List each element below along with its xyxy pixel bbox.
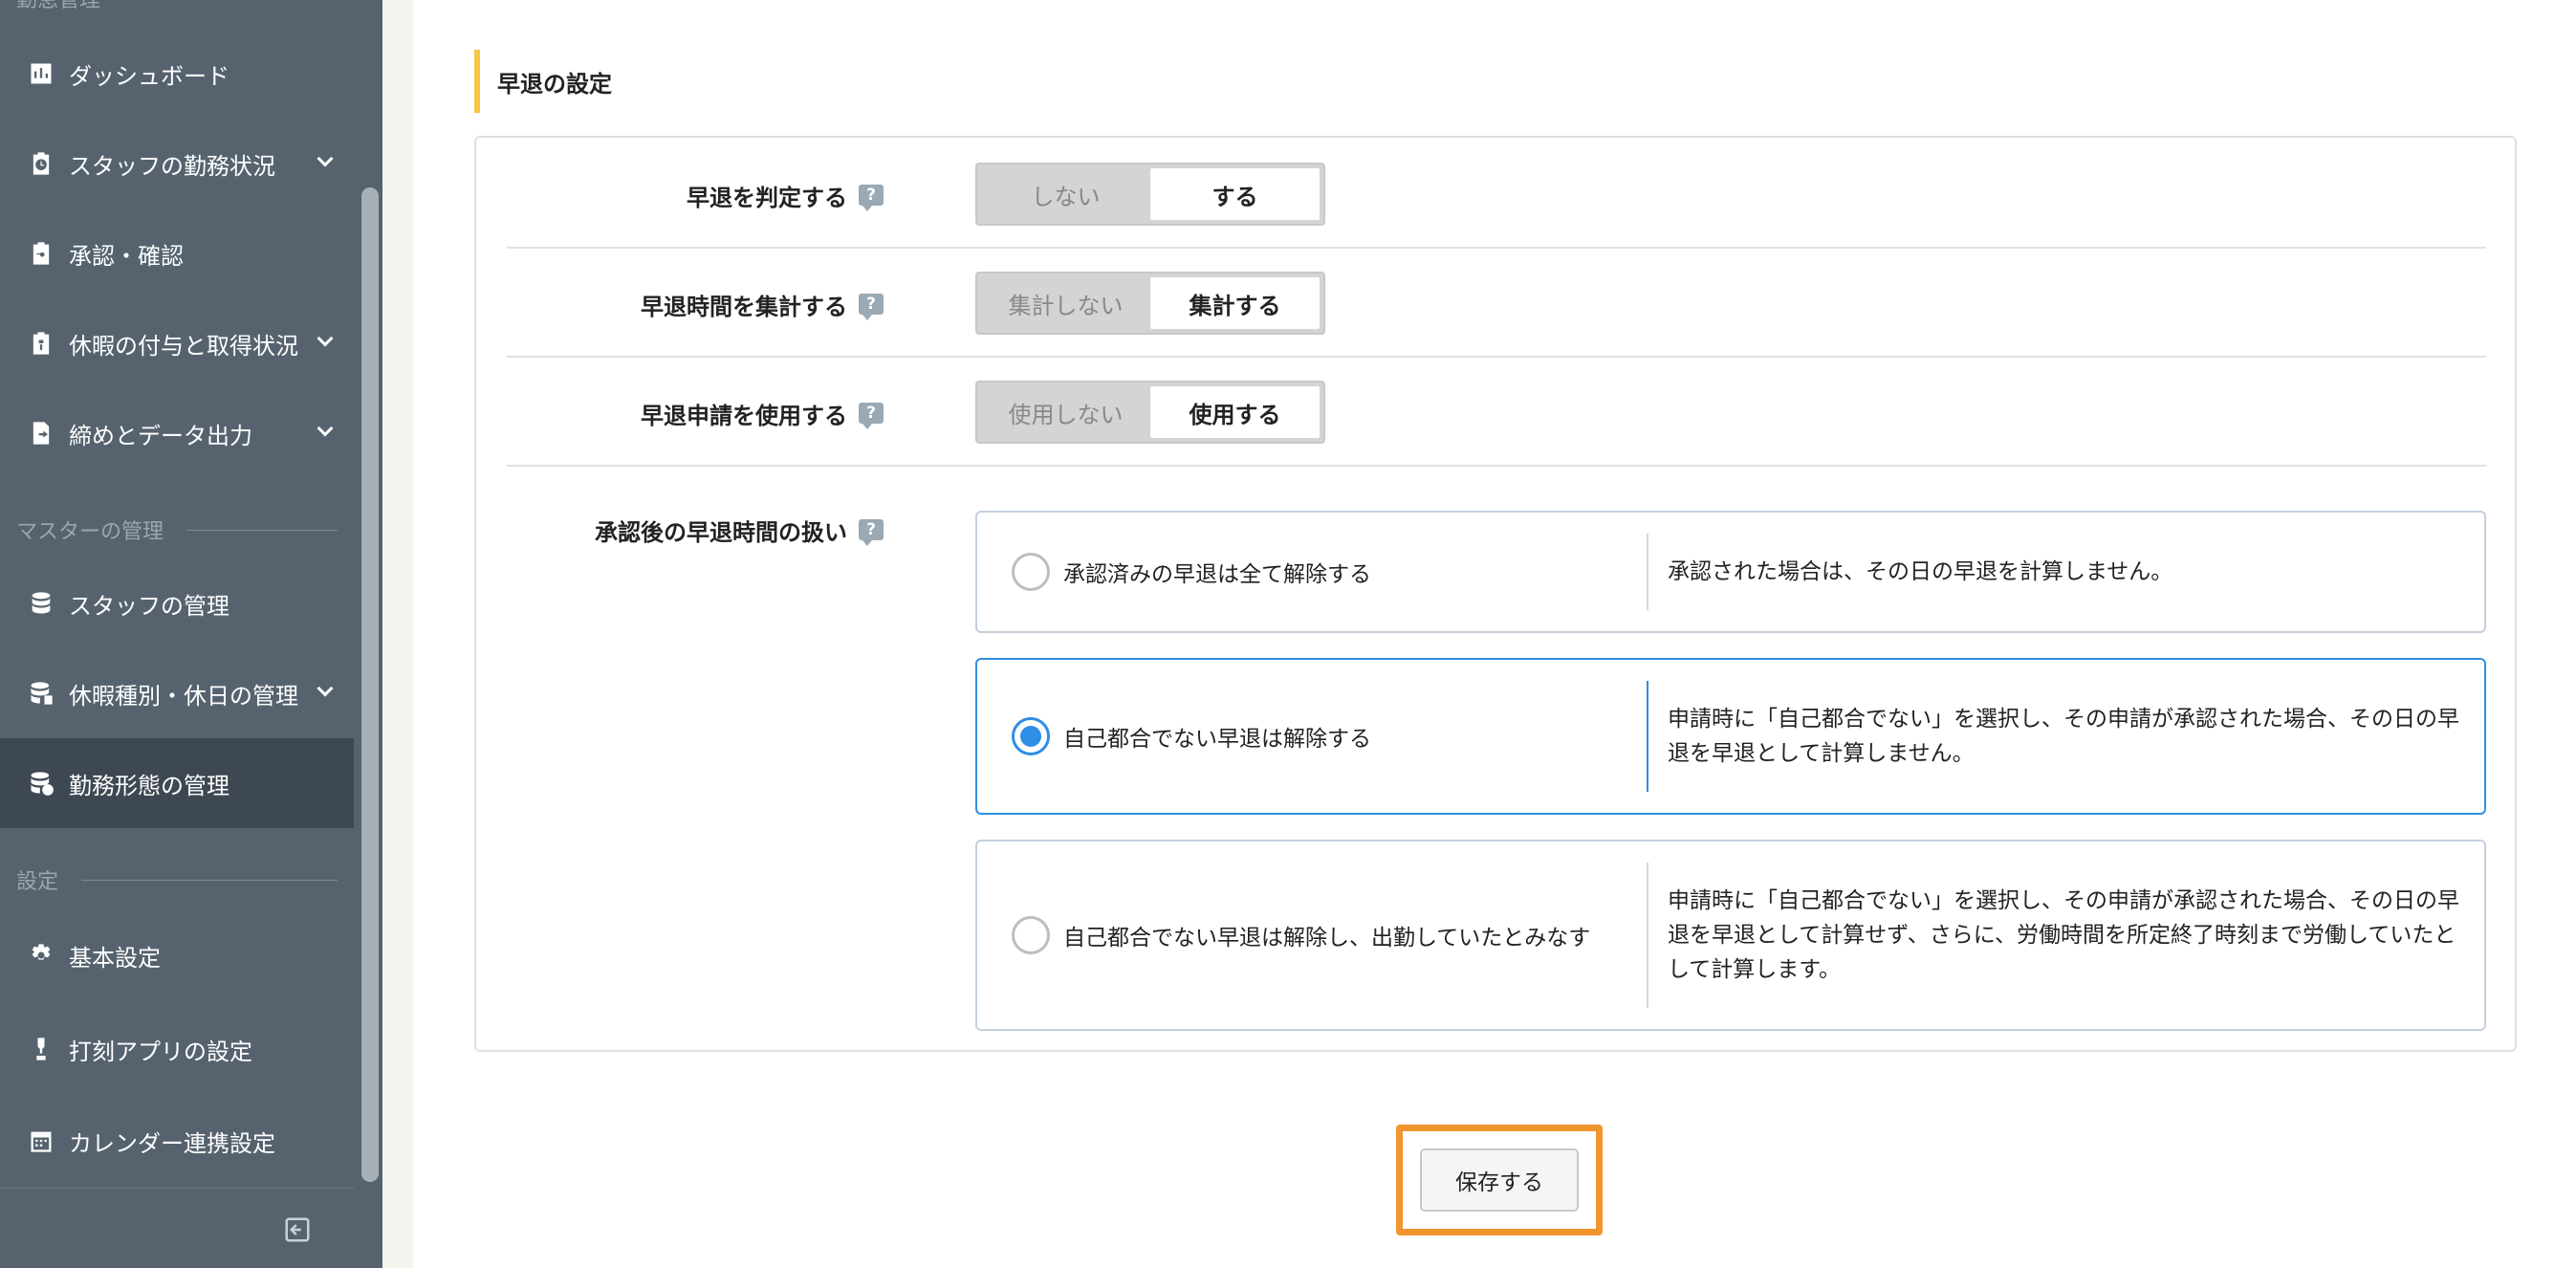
approval-clipboard-icon [27, 239, 55, 268]
help-icon[interactable]: ? [859, 519, 884, 546]
row-divider [507, 465, 2486, 467]
row-divider [507, 356, 2486, 358]
database-icon [27, 589, 55, 618]
radio-button[interactable] [1012, 553, 1050, 591]
handling-label: 承認後の早退時間の扱い ? [595, 511, 884, 549]
judge-toggle: しない する [975, 163, 1325, 226]
sidebar-item-label: 打刻アプリの設定 [69, 1038, 252, 1065]
sidebar-item-work-patterns[interactable]: 勤務形態の管理 [0, 738, 354, 828]
sidebar-item-leave-types[interactable]: 休暇種別・休日の管理 [0, 648, 354, 738]
sidebar-item-export[interactable]: 締めとデータ出力 [0, 388, 354, 478]
aggregate-toggle-on[interactable]: 集計する [1150, 277, 1320, 329]
sidebar-item-basic-settings[interactable]: 基本設定 [0, 910, 354, 1000]
aggregate-toggle-off[interactable]: 集計しない [981, 277, 1150, 329]
judge-label: 早退を判定する ? [687, 176, 884, 214]
judge-toggle-on[interactable]: する [1150, 168, 1320, 220]
calendar-icon [27, 1126, 55, 1155]
sidebar-item-dashboard[interactable]: ダッシュボード [0, 29, 354, 119]
sidebar-item-approval[interactable]: 承認・確認 [0, 208, 354, 298]
save-button-highlight: 保存する [1396, 1125, 1603, 1235]
judge-toggle-off[interactable]: しない [981, 168, 1150, 220]
sidebar-item-label: ダッシュボード [69, 62, 229, 90]
sidebar-item-label: カレンダー連携設定 [69, 1129, 275, 1157]
sidebar: 勤怠管理 ダッシュボード スタッフの勤務状況 承認・確認 休暇の付与と取得状況 … [0, 0, 382, 1268]
radio-button[interactable] [1012, 916, 1050, 954]
chevron-down-icon [317, 150, 334, 167]
sidebar-section-settings: 設定 [16, 864, 338, 895]
main-content: 早退の設定 早退を判定する ? しない する 早退時間を集計する ? 集計しない… [413, 0, 2576, 1268]
sidebar-item-leave[interactable]: 休暇の付与と取得状況 [0, 298, 354, 388]
collapse-sidebar-icon[interactable] [283, 1215, 312, 1244]
sidebar-item-stamp-app[interactable]: 打刻アプリの設定 [0, 1004, 354, 1094]
sidebar-item-label: スタッフの管理 [69, 592, 229, 620]
stamp-app-icon [27, 1035, 55, 1063]
chevron-down-icon [317, 330, 334, 347]
help-icon[interactable]: ? [859, 185, 884, 211]
sidebar-scrollbar[interactable] [361, 187, 379, 1182]
save-button[interactable]: 保存する [1420, 1148, 1579, 1212]
sidebar-item-label: 承認・確認 [69, 242, 184, 270]
aggregate-toggle: 集計しない 集計する [975, 272, 1325, 335]
sidebar-section-master: マスターの管理 [16, 514, 338, 545]
request-toggle: 使用しない 使用する [975, 381, 1325, 444]
sidebar-item-label: 勤務形態の管理 [69, 772, 229, 799]
row-divider [507, 247, 2486, 249]
radio-button-selected[interactable] [1012, 717, 1050, 755]
database-leave-icon [27, 679, 55, 708]
sidebar-item-staff[interactable]: スタッフの管理 [0, 558, 354, 648]
chevron-down-icon [317, 420, 334, 437]
sidebar-item-label: 基本設定 [69, 944, 161, 972]
chevron-down-icon [317, 680, 334, 697]
sidebar-group-attendance: 勤怠管理 [16, 0, 101, 12]
help-icon[interactable]: ? [859, 403, 884, 429]
sidebar-item-label: 休暇の付与と取得状況 [69, 332, 298, 360]
sidebar-item-staff-status[interactable]: スタッフの勤務状況 [0, 119, 354, 208]
gear-icon [27, 941, 55, 970]
export-file-icon [27, 419, 55, 448]
section-title: 早退の設定 [474, 50, 612, 113]
handling-option-treat-as-present[interactable]: 自己都合でない早退は解除し、出勤していたとみなす 申請時に「自己都合でない」を選… [975, 840, 2486, 1031]
request-toggle-off[interactable]: 使用しない [981, 386, 1150, 438]
leave-clipboard-icon [27, 329, 55, 358]
early-leave-settings-panel: 早退を判定する ? しない する 早退時間を集計する ? 集計しない 集計する … [474, 136, 2517, 1052]
handling-option-not-own-reason[interactable]: 自己都合でない早退は解除する 申請時に「自己都合でない」を選択し、その申請が承認… [975, 658, 2486, 815]
sidebar-item-calendar[interactable]: カレンダー連携設定 [0, 1096, 354, 1186]
aggregate-label: 早退時間を集計する ? [641, 285, 884, 323]
database-clock-icon [27, 769, 55, 798]
request-toggle-on[interactable]: 使用する [1150, 386, 1320, 438]
clock-clipboard-icon [27, 149, 55, 178]
request-label: 早退申請を使用する ? [641, 394, 884, 432]
help-icon[interactable]: ? [859, 294, 884, 320]
handling-option-all[interactable]: 承認済みの早退は全て解除する 承認された場合は、その日の早退を計算しません。 [975, 511, 2486, 633]
sidebar-item-label: 締めとデータ出力 [69, 422, 252, 449]
sidebar-item-label: スタッフの勤務状況 [69, 152, 275, 180]
chart-icon [27, 59, 55, 88]
sidebar-item-label: 休暇種別・休日の管理 [69, 682, 298, 710]
sidebar-footer [0, 1188, 354, 1268]
